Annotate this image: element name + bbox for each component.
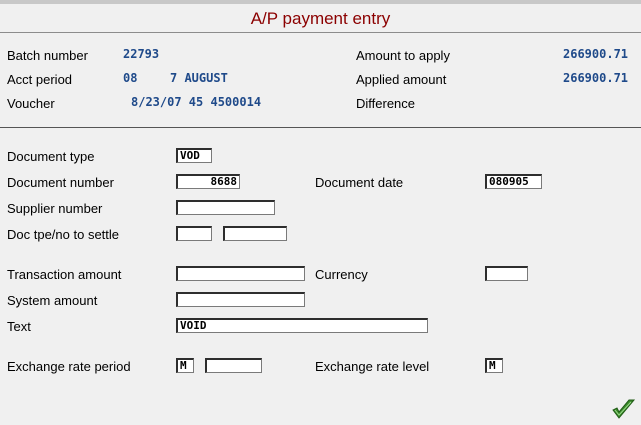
difference-label: Difference (356, 96, 416, 111)
supplier-number-field[interactable] (176, 200, 275, 215)
document-type-field[interactable]: VOD (176, 148, 212, 163)
doc-settle-label: Doc tpe/no to settle (7, 227, 120, 242)
title-bar: A/P payment entry (0, 4, 641, 33)
system-amount-label: System amount (7, 293, 98, 308)
system-amount-field[interactable] (176, 292, 305, 307)
document-type-label: Document type (7, 149, 95, 164)
supplier-number-label: Supplier number (7, 201, 103, 216)
currency-label: Currency (315, 267, 368, 282)
doc-settle-type-field[interactable] (176, 226, 212, 241)
applied-amount-value: 266900.71 (563, 71, 629, 85)
voucher-label: Voucher (7, 96, 55, 111)
document-number-field[interactable]: 8688 (176, 174, 240, 189)
amount-to-apply-value: 266900.71 (563, 47, 629, 61)
exchange-rate-period-value-field[interactable] (205, 358, 262, 373)
transaction-amount-label: Transaction amount (7, 267, 122, 282)
exchange-rate-period-code-field[interactable]: M (176, 358, 194, 373)
exchange-rate-level-label: Exchange rate level (315, 359, 430, 374)
document-number-label: Document number (7, 175, 114, 190)
batch-number-label: Batch number (7, 48, 88, 63)
acct-period-label: Acct period (7, 72, 73, 87)
text-label: Text (7, 319, 31, 334)
batch-header: Batch number 22793 Acct period 08 7 AUGU… (0, 33, 641, 128)
checkmark-icon[interactable] (610, 397, 636, 421)
text-field[interactable]: VOID (176, 318, 428, 333)
document-date-field[interactable]: 080905 (485, 174, 542, 189)
exchange-rate-level-field[interactable]: M (485, 358, 503, 373)
exchange-rate-period-label: Exchange rate period (7, 359, 131, 374)
batch-number-value: 22793 (123, 47, 160, 61)
document-date-label: Document date (315, 175, 404, 190)
applied-amount-label: Applied amount (356, 72, 447, 87)
voucher-value: 8/23/07 45 4500014 (131, 95, 262, 109)
doc-settle-number-field[interactable] (223, 226, 287, 241)
currency-field[interactable] (485, 266, 528, 281)
page-title: A/P payment entry (250, 9, 391, 28)
acct-period-number: 08 (123, 71, 138, 85)
amount-to-apply-label: Amount to apply (356, 48, 450, 63)
transaction-amount-field[interactable] (176, 266, 305, 281)
acct-period-name: 7 AUGUST (170, 71, 228, 85)
